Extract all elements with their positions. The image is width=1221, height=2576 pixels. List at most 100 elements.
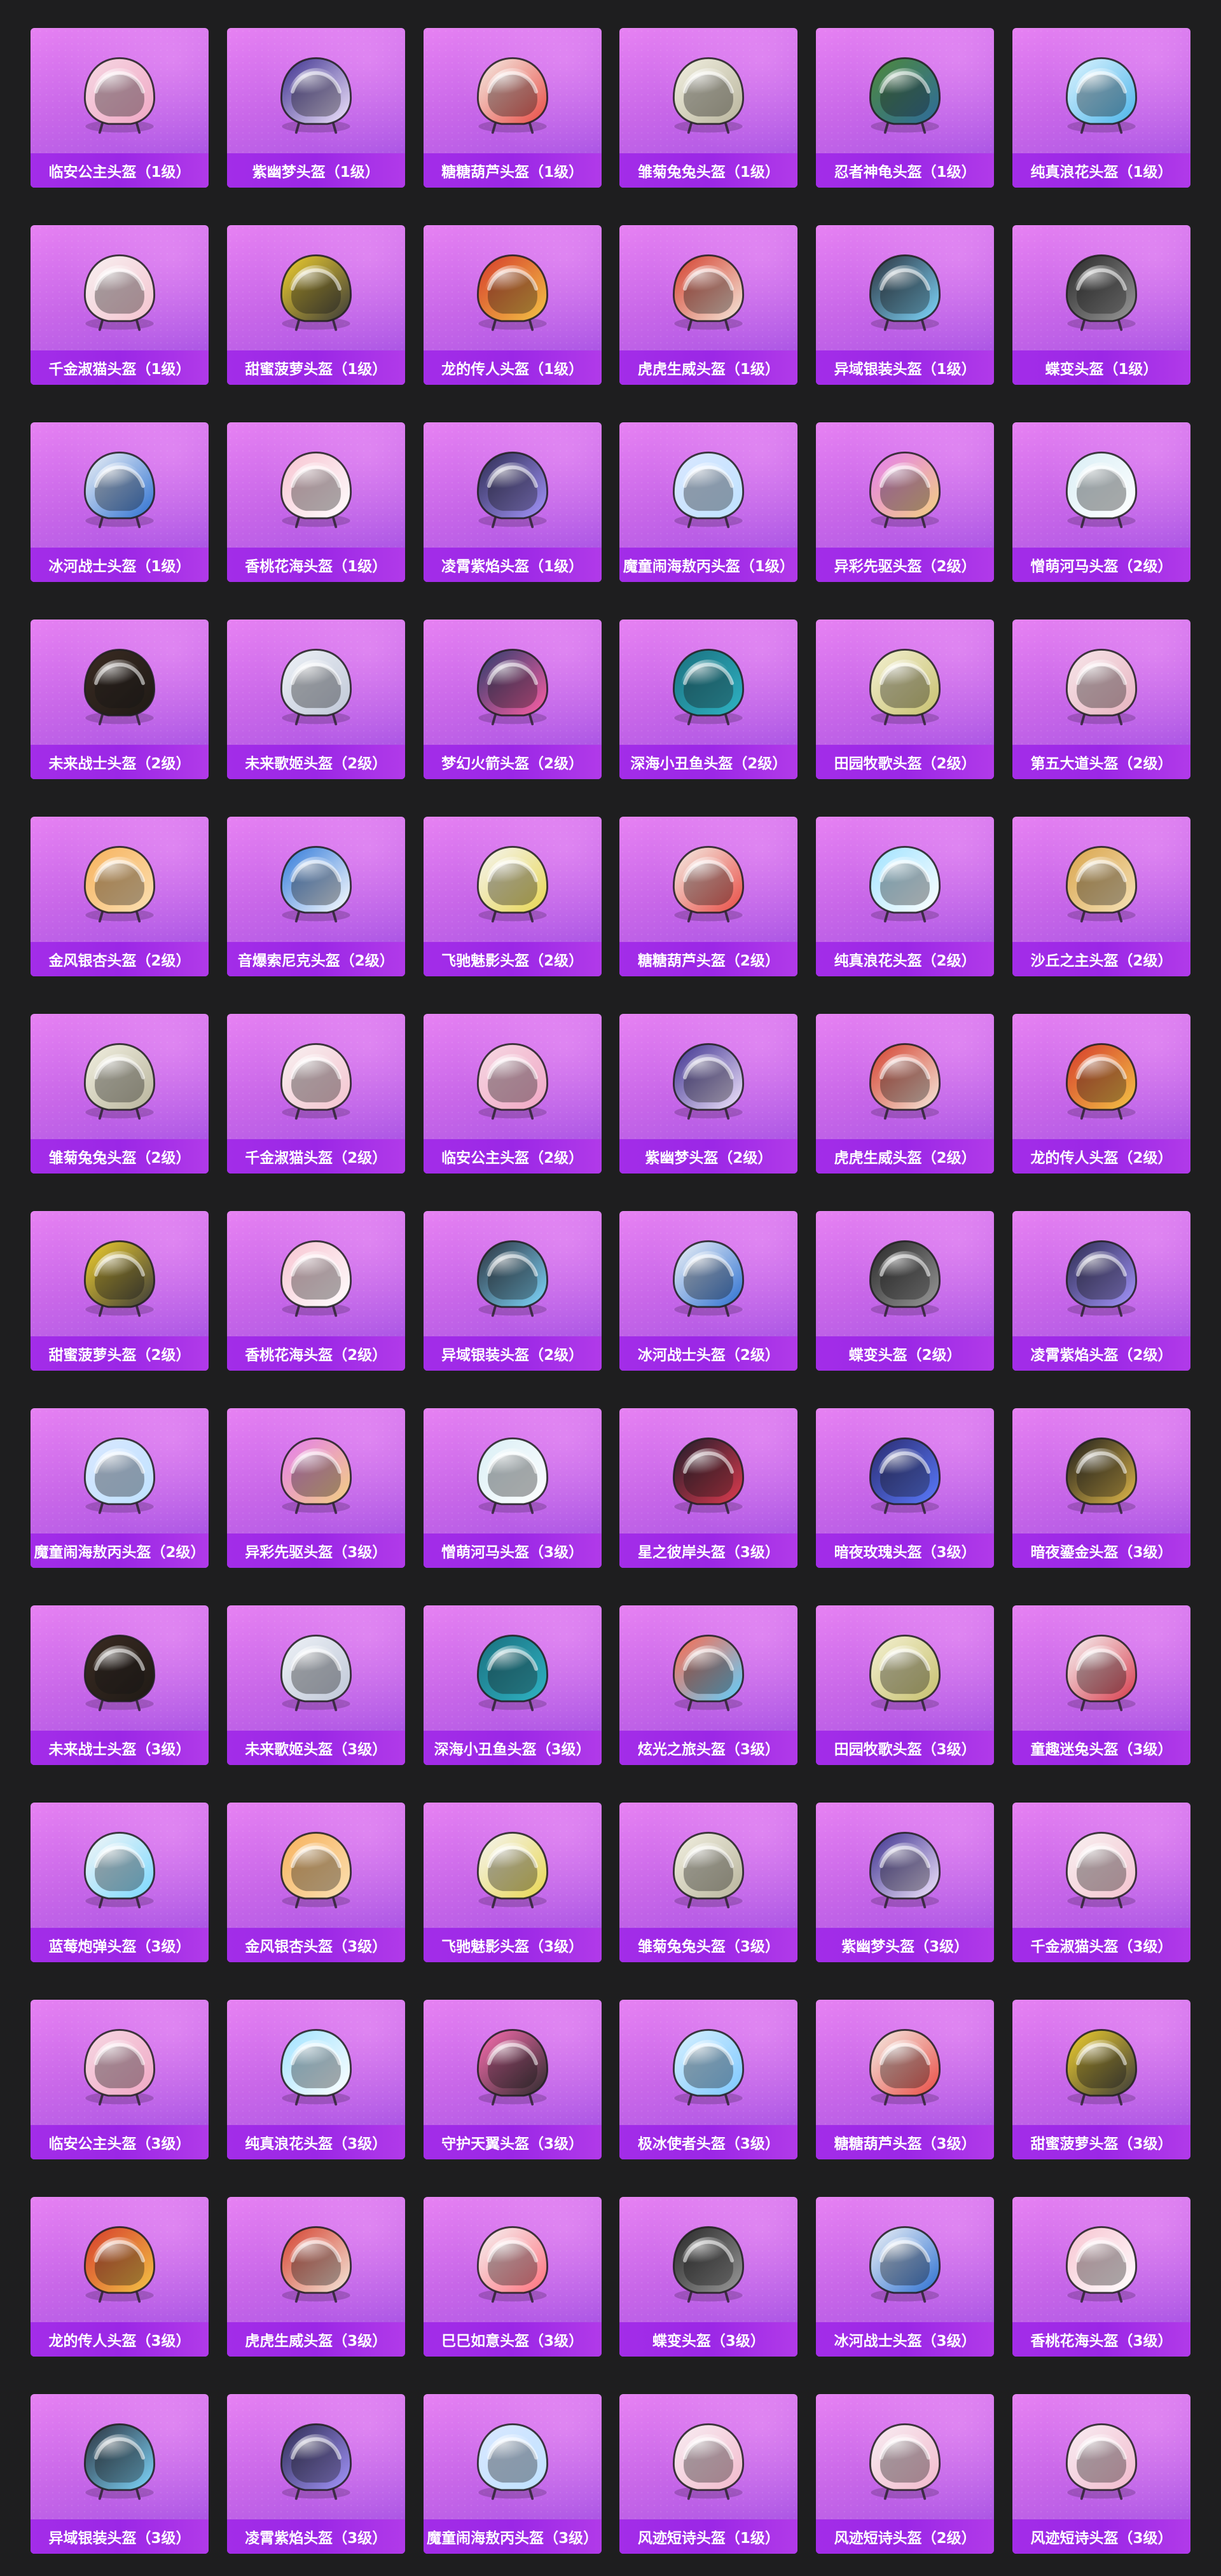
helmet-card[interactable]: 田园牧歌头盔（2级） [816, 620, 995, 779]
helmet-card[interactable]: 飞驰魅影头盔（3级） [423, 1803, 602, 1962]
helmet-card[interactable]: 炫光之旅头盔（3级） [619, 1605, 798, 1765]
helmet-card[interactable]: 魔童闹海敖丙头盔（1级） [619, 422, 798, 582]
helmet-card[interactable]: 雏菊兔兔头盔（2级） [31, 1014, 209, 1174]
helmet-card[interactable]: 星之彼岸头盔（3级） [619, 1408, 798, 1568]
helmet-card[interactable]: 紫幽梦头盔（1级） [226, 28, 405, 188]
helmet-card[interactable]: 紫幽梦头盔（2级） [619, 1014, 798, 1174]
helmet-card[interactable]: 雏菊兔兔头盔（3级） [619, 1803, 798, 1962]
helmet-card[interactable]: 未来歌姬头盔（2级） [226, 620, 405, 779]
helmet-card[interactable]: 凌霄紫焰头盔（1级） [423, 422, 602, 582]
helmet-card[interactable]: 暗夜玫瑰头盔（3级） [816, 1408, 995, 1568]
helmet-card[interactable]: 凌霄紫焰头盔（2级） [1012, 1211, 1190, 1371]
helmet-card[interactable]: 魔童闹海敖丙头盔（3级） [423, 2394, 602, 2554]
helmet-card[interactable]: 田园牧歌头盔（3级） [816, 1605, 995, 1765]
helmet-card[interactable]: 冰河战士头盔（3级） [816, 2197, 995, 2357]
helmet-card[interactable]: 飞驰魅影头盔（2级） [423, 817, 602, 976]
helmet-card[interactable]: 千金淑猫头盔（3级） [1012, 1803, 1190, 1962]
helmet-card[interactable]: 深海小丑鱼头盔（2级） [619, 620, 798, 779]
helmet-icon [855, 834, 955, 930]
helmet-icon [659, 1229, 758, 1324]
helmet-card[interactable]: 风迹短诗头盔（1级） [619, 2394, 798, 2554]
helmet-icon [1052, 46, 1151, 141]
helmet-icon [266, 46, 366, 141]
helmet-icon [1052, 440, 1151, 536]
helmet-card-label: 炫光之旅头盔（3级） [619, 1731, 798, 1765]
helmet-card[interactable]: 未来战士头盔（3级） [31, 1605, 209, 1765]
helmet-icon [266, 1229, 366, 1324]
helmet-card[interactable]: 音爆索尼克头盔（2级） [226, 817, 405, 976]
helmet-card[interactable]: 金风银杏头盔（2级） [31, 817, 209, 976]
helmet-icon [70, 2412, 169, 2507]
helmet-card[interactable]: 异域银装头盔（2级） [423, 1211, 602, 1371]
helmet-icon [70, 637, 169, 733]
helmet-icon [1052, 1623, 1151, 1719]
helmet-card-label: 虎虎生威头盔（2级） [816, 1139, 995, 1174]
helmet-icon [463, 1820, 562, 1916]
helmet-card[interactable]: 异彩先驱头盔（3级） [226, 1408, 405, 1568]
helmet-card[interactable]: 千金淑猫头盔（1级） [31, 225, 209, 385]
helmet-card[interactable]: 纯真浪花头盔（2级） [816, 817, 995, 976]
helmet-card[interactable]: 深海小丑鱼头盔（3级） [423, 1605, 602, 1765]
helmet-card[interactable]: 龙的传人头盔（2级） [1012, 1014, 1190, 1174]
helmet-card[interactable]: 沙丘之主头盔（2级） [1012, 817, 1190, 976]
helmet-card-label: 异域银装头盔（1级） [816, 350, 995, 385]
helmet-icon [659, 243, 758, 338]
helmet-card-label: 香桃花海头盔（3级） [1012, 2322, 1190, 2357]
helmet-card[interactable]: 甜蜜菠萝头盔（3级） [1012, 2000, 1190, 2159]
helmet-card[interactable]: 异彩先驱头盔（2级） [816, 422, 995, 582]
helmet-card[interactable]: 千金淑猫头盔（2级） [226, 1014, 405, 1174]
helmet-card[interactable]: 冰河战士头盔（1级） [31, 422, 209, 582]
helmet-card[interactable]: 第五大道头盔（2级） [1012, 620, 1190, 779]
helmet-card[interactable]: 蝶变头盔（1级） [1012, 225, 1190, 385]
helmet-card[interactable]: 异域银装头盔（1级） [816, 225, 995, 385]
helmet-card[interactable]: 极冰使者头盔（3级） [619, 2000, 798, 2159]
helmet-card[interactable]: 糖糖葫芦头盔（3级） [816, 2000, 995, 2159]
helmet-card[interactable]: 紫幽梦头盔（3级） [816, 1803, 995, 1962]
helmet-card[interactable]: 香桃花海头盔（2级） [226, 1211, 405, 1371]
helmet-card[interactable]: 未来战士头盔（2级） [31, 620, 209, 779]
helmet-card[interactable]: 暗夜鎏金头盔（3级） [1012, 1408, 1190, 1568]
helmet-card[interactable]: 甜蜜菠萝头盔（2级） [31, 1211, 209, 1371]
helmet-card[interactable]: 守护天翼头盔（3级） [423, 2000, 602, 2159]
helmet-card[interactable]: 龙的传人头盔（3级） [31, 2197, 209, 2357]
helmet-card[interactable]: 蓝莓炮弹头盔（3级） [31, 1803, 209, 1962]
helmet-card[interactable]: 冰河战士头盔（2级） [619, 1211, 798, 1371]
helmet-card[interactable]: 蝶变头盔（2级） [816, 1211, 995, 1371]
helmet-card[interactable]: 香桃花海头盔（3级） [1012, 2197, 1190, 2357]
helmet-card[interactable]: 巳巳如意头盔（3级） [423, 2197, 602, 2357]
helmet-icon [659, 637, 758, 733]
helmet-card-label: 甜蜜菠萝头盔（1级） [226, 350, 405, 385]
helmet-card[interactable]: 未来歌姬头盔（3级） [226, 1605, 405, 1765]
helmet-icon [1052, 243, 1151, 338]
helmet-card-label: 金风银杏头盔（2级） [31, 942, 209, 976]
helmet-icon [266, 834, 366, 930]
helmet-card[interactable]: 糖糖葫芦头盔（1级） [423, 28, 602, 188]
helmet-card[interactable]: 蝶变头盔（3级） [619, 2197, 798, 2357]
helmet-card[interactable]: 憎萌河马头盔（3级） [423, 1408, 602, 1568]
helmet-card[interactable]: 风迹短诗头盔（2级） [816, 2394, 995, 2554]
helmet-card[interactable]: 糖糖葫芦头盔（2级） [619, 817, 798, 976]
helmet-card[interactable]: 虎虎生威头盔（3级） [226, 2197, 405, 2357]
helmet-card[interactable]: 甜蜜菠萝头盔（1级） [226, 225, 405, 385]
helmet-card[interactable]: 临安公主头盔（2级） [423, 1014, 602, 1174]
helmet-card[interactable]: 金风银杏头盔（3级） [226, 1803, 405, 1962]
helmet-card[interactable]: 纯真浪花头盔（3级） [226, 2000, 405, 2159]
helmet-card[interactable]: 风迹短诗头盔（3级） [1012, 2394, 1190, 2554]
helmet-card[interactable]: 虎虎生威头盔（1级） [619, 225, 798, 385]
helmet-card[interactable]: 童趣迷兔头盔（3级） [1012, 1605, 1190, 1765]
helmet-card[interactable]: 纯真浪花头盔（1级） [1012, 28, 1190, 188]
helmet-card[interactable]: 虎虎生威头盔（2级） [816, 1014, 995, 1174]
helmet-card[interactable]: 龙的传人头盔（1级） [423, 225, 602, 385]
helmet-card[interactable]: 忍者神龟头盔（1级） [816, 28, 995, 188]
helmet-card[interactable]: 临安公主头盔（3级） [31, 2000, 209, 2159]
helmet-card-label: 憎萌河马头盔（2级） [1012, 548, 1190, 582]
helmet-card[interactable]: 梦幻火箭头盔（2级） [423, 620, 602, 779]
helmet-card[interactable]: 临安公主头盔（1级） [31, 28, 209, 188]
helmet-card[interactable]: 魔童闹海敖丙头盔（2级） [31, 1408, 209, 1568]
helmet-card[interactable]: 憎萌河马头盔（2级） [1012, 422, 1190, 582]
helmet-card[interactable]: 香桃花海头盔（1级） [226, 422, 405, 582]
helmet-icon [70, 1229, 169, 1324]
helmet-card[interactable]: 雏菊兔兔头盔（1级） [619, 28, 798, 188]
helmet-card[interactable]: 异域银装头盔（3级） [31, 2394, 209, 2554]
helmet-card[interactable]: 凌霄紫焰头盔（3级） [226, 2394, 405, 2554]
